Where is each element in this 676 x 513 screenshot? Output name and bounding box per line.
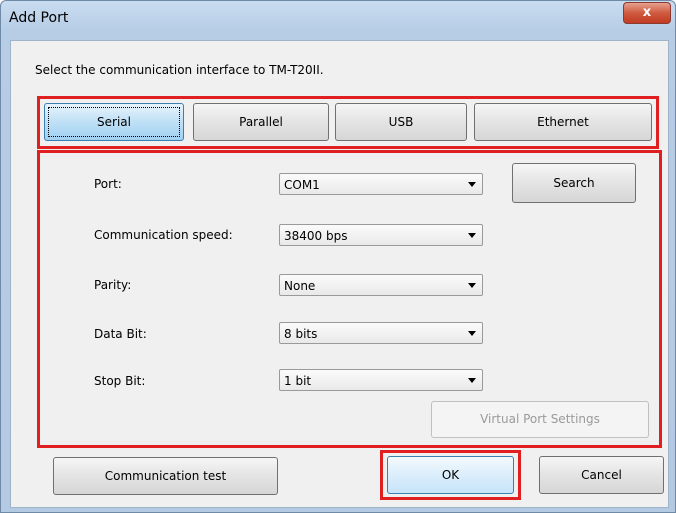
chevron-down-icon [468, 331, 476, 336]
ok-button[interactable]: OK [387, 456, 514, 494]
close-button[interactable]: x [623, 2, 671, 24]
tab-ethernet[interactable]: Ethernet [474, 103, 652, 141]
port-select[interactable]: COM1 [279, 173, 483, 195]
communication-test-button[interactable]: Communication test [53, 457, 278, 495]
speed-value: 38400 bps [284, 229, 348, 243]
close-icon: x [642, 5, 652, 20]
port-value: COM1 [284, 178, 320, 192]
tab-ethernet-label: Ethernet [537, 115, 589, 129]
tab-usb[interactable]: USB [335, 103, 467, 141]
data-bit-value: 8 bits [284, 327, 318, 341]
port-label: Port: [94, 177, 122, 191]
parity-label: Parity: [94, 278, 132, 292]
speed-select[interactable]: 38400 bps [279, 224, 483, 246]
stop-bit-value: 1 bit [284, 374, 312, 388]
stop-bit-select[interactable]: 1 bit [279, 369, 483, 391]
search-button[interactable]: Search [512, 163, 636, 203]
data-bit-label: Data Bit: [94, 327, 147, 341]
ok-button-label: OK [441, 468, 460, 482]
data-bit-select[interactable]: 8 bits [279, 322, 483, 344]
virtual-port-settings-button[interactable]: Virtual Port Settings [431, 401, 649, 438]
stop-bit-label: Stop Bit: [94, 374, 146, 388]
focus-rect [48, 107, 180, 137]
title-bar[interactable]: Add Port x [1, 1, 675, 35]
cancel-button-label: Cancel [581, 468, 622, 482]
chevron-down-icon [468, 233, 476, 238]
tab-usb-label: USB [388, 115, 414, 129]
virtual-port-settings-label: Virtual Port Settings [480, 412, 600, 426]
chevron-down-icon [468, 182, 476, 187]
tab-parallel-label: Parallel [239, 115, 283, 129]
add-port-dialog: Add Port x Select the communication inte… [0, 0, 676, 513]
search-button-label: Search [553, 176, 595, 190]
parity-select[interactable]: None [279, 274, 483, 296]
chevron-down-icon [468, 378, 476, 383]
cancel-button[interactable]: Cancel [539, 456, 664, 494]
dialog-client-area: Select the communication interface to TM… [10, 40, 669, 508]
window-title: Add Port [9, 10, 69, 26]
parity-value: None [284, 279, 316, 293]
tab-parallel[interactable]: Parallel [193, 103, 329, 141]
speed-label: Communication speed: [94, 228, 233, 242]
chevron-down-icon [468, 283, 476, 288]
communication-test-label: Communication test [104, 469, 227, 483]
instruction-text: Select the communication interface to TM… [35, 63, 324, 77]
tab-serial[interactable]: Serial [44, 103, 184, 141]
